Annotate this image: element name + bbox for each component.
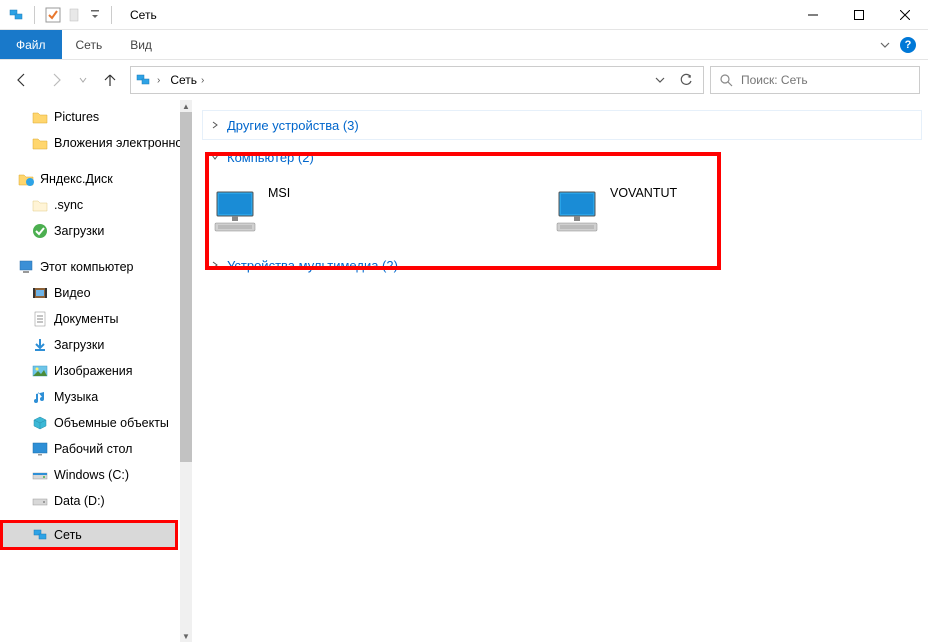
sidebar-item[interactable]: Pictures xyxy=(0,104,180,130)
network-icon xyxy=(135,72,151,88)
sidebar-item-label: Загрузки xyxy=(54,338,104,352)
sidebar-item[interactable]: Яндекс.Диск xyxy=(0,166,180,192)
window-title: Сеть xyxy=(130,8,157,22)
folder-icon xyxy=(32,109,48,125)
desktop-icon xyxy=(32,441,48,457)
forward-button[interactable] xyxy=(42,66,70,94)
network-icon xyxy=(8,7,24,23)
sidebar-item-label: Изображения xyxy=(54,364,133,378)
sidebar-item[interactable]: .sync xyxy=(0,192,180,218)
sidebar-item-label: Сеть xyxy=(54,528,82,542)
sidebar-item-label: Этот компьютер xyxy=(40,260,133,274)
back-button[interactable] xyxy=(8,66,36,94)
music-icon xyxy=(32,389,48,405)
network-icon xyxy=(32,527,48,543)
qat-item-icon[interactable] xyxy=(67,7,83,23)
image-icon xyxy=(32,363,48,379)
sidebar-item-label: Документы xyxy=(54,312,118,326)
sidebar-item[interactable]: Объемные объекты xyxy=(0,410,180,436)
sidebar-item[interactable]: Загрузки xyxy=(0,218,180,244)
section-computers[interactable]: Компьютер (2) xyxy=(202,142,922,172)
titlebar: Сеть xyxy=(0,0,928,30)
ribbon: Файл Сеть Вид ? xyxy=(0,30,928,60)
maximize-button[interactable] xyxy=(836,0,882,30)
up-button[interactable] xyxy=(96,66,124,94)
help-button[interactable]: ? xyxy=(900,37,916,53)
content-area: Другие устройства (3) Компьютер (2) MSI V… xyxy=(192,100,928,642)
sidebar-item-label: Windows (C:) xyxy=(54,468,129,482)
drive-icon xyxy=(32,467,48,483)
sidebar-item-label: Видео xyxy=(54,286,91,300)
sidebar-item-label: Музыка xyxy=(54,390,98,404)
section-other-devices[interactable]: Другие устройства (3) xyxy=(202,110,922,140)
check-icon xyxy=(32,223,48,239)
computer-name: MSI xyxy=(268,184,290,200)
video-icon xyxy=(32,285,48,301)
scrollbar[interactable]: ▲ ▼ xyxy=(180,100,192,642)
sidebar-item[interactable]: Документы xyxy=(0,306,180,332)
sidebar-item-label: .sync xyxy=(54,198,83,212)
chevron-down-icon xyxy=(209,153,221,161)
scroll-down-icon[interactable]: ▼ xyxy=(180,630,192,642)
search-box[interactable] xyxy=(710,66,920,94)
recent-dropdown-icon[interactable] xyxy=(76,66,90,94)
yandex-icon xyxy=(18,171,34,187)
minimize-button[interactable] xyxy=(790,0,836,30)
properties-checkbox-icon[interactable] xyxy=(45,7,61,23)
chevron-right-icon[interactable]: › xyxy=(157,75,160,86)
computer-item[interactable]: MSI xyxy=(204,180,536,242)
drive-plain-icon xyxy=(32,493,48,509)
sidebar-item[interactable]: Сеть xyxy=(0,520,178,550)
sidebar-item-label: Pictures xyxy=(54,110,99,124)
sidebar-item[interactable]: Data (D:) xyxy=(0,488,180,514)
close-button[interactable] xyxy=(882,0,928,30)
address-dropdown-icon[interactable] xyxy=(647,67,673,93)
sidebar-item[interactable]: Видео xyxy=(0,280,180,306)
sidebar-item-label: Вложения электронной почты xyxy=(54,136,180,150)
folder-light-icon xyxy=(32,197,48,213)
file-tab[interactable]: Файл xyxy=(0,30,62,59)
pc-icon xyxy=(18,259,34,275)
computer-icon xyxy=(550,184,604,238)
search-icon xyxy=(719,73,733,87)
tab-view[interactable]: Вид xyxy=(116,30,166,59)
sidebar-item[interactable]: Музыка xyxy=(0,384,180,410)
chevron-right-icon xyxy=(209,121,221,129)
expand-ribbon-icon[interactable] xyxy=(880,40,890,50)
address-bar[interactable]: › Сеть › xyxy=(130,66,704,94)
sidebar: Pictures Вложения электронной почты Яндекс… xyxy=(0,100,192,642)
chevron-right-icon xyxy=(209,261,221,269)
scrollbar-thumb[interactable] xyxy=(180,112,192,462)
cube-icon xyxy=(32,415,48,431)
chevron-right-icon[interactable]: › xyxy=(201,75,204,86)
sidebar-item[interactable]: Загрузки xyxy=(0,332,180,358)
sidebar-item[interactable]: Рабочий стол xyxy=(0,436,180,462)
search-input[interactable] xyxy=(741,73,911,87)
computer-icon xyxy=(208,184,262,238)
navbar: › Сеть › xyxy=(0,60,928,100)
download-icon xyxy=(32,337,48,353)
sidebar-item-label: Загрузки xyxy=(54,224,104,238)
sidebar-item-label: Яндекс.Диск xyxy=(40,172,113,186)
folder-icon xyxy=(32,135,48,151)
sidebar-item-label: Data (D:) xyxy=(54,494,105,508)
qat-dropdown-icon[interactable] xyxy=(89,10,101,20)
doc-icon xyxy=(32,311,48,327)
sidebar-item[interactable]: Этот компьютер xyxy=(0,254,180,280)
refresh-button[interactable] xyxy=(673,67,699,93)
breadcrumb[interactable]: Сеть › xyxy=(166,73,208,87)
sidebar-item[interactable]: Вложения электронной почты xyxy=(0,130,180,156)
scroll-up-icon[interactable]: ▲ xyxy=(180,100,192,112)
sidebar-item-label: Рабочий стол xyxy=(54,442,132,456)
sidebar-item[interactable]: Windows (C:) xyxy=(0,462,180,488)
computer-name: VOVANTUT xyxy=(610,184,677,200)
sidebar-item[interactable]: Изображения xyxy=(0,358,180,384)
computer-item[interactable]: VOVANTUT xyxy=(546,180,878,242)
tab-network[interactable]: Сеть xyxy=(62,30,117,59)
sidebar-item-label: Объемные объекты xyxy=(54,416,169,430)
section-multimedia[interactable]: Устройства мультимедиа (2) xyxy=(202,250,922,280)
